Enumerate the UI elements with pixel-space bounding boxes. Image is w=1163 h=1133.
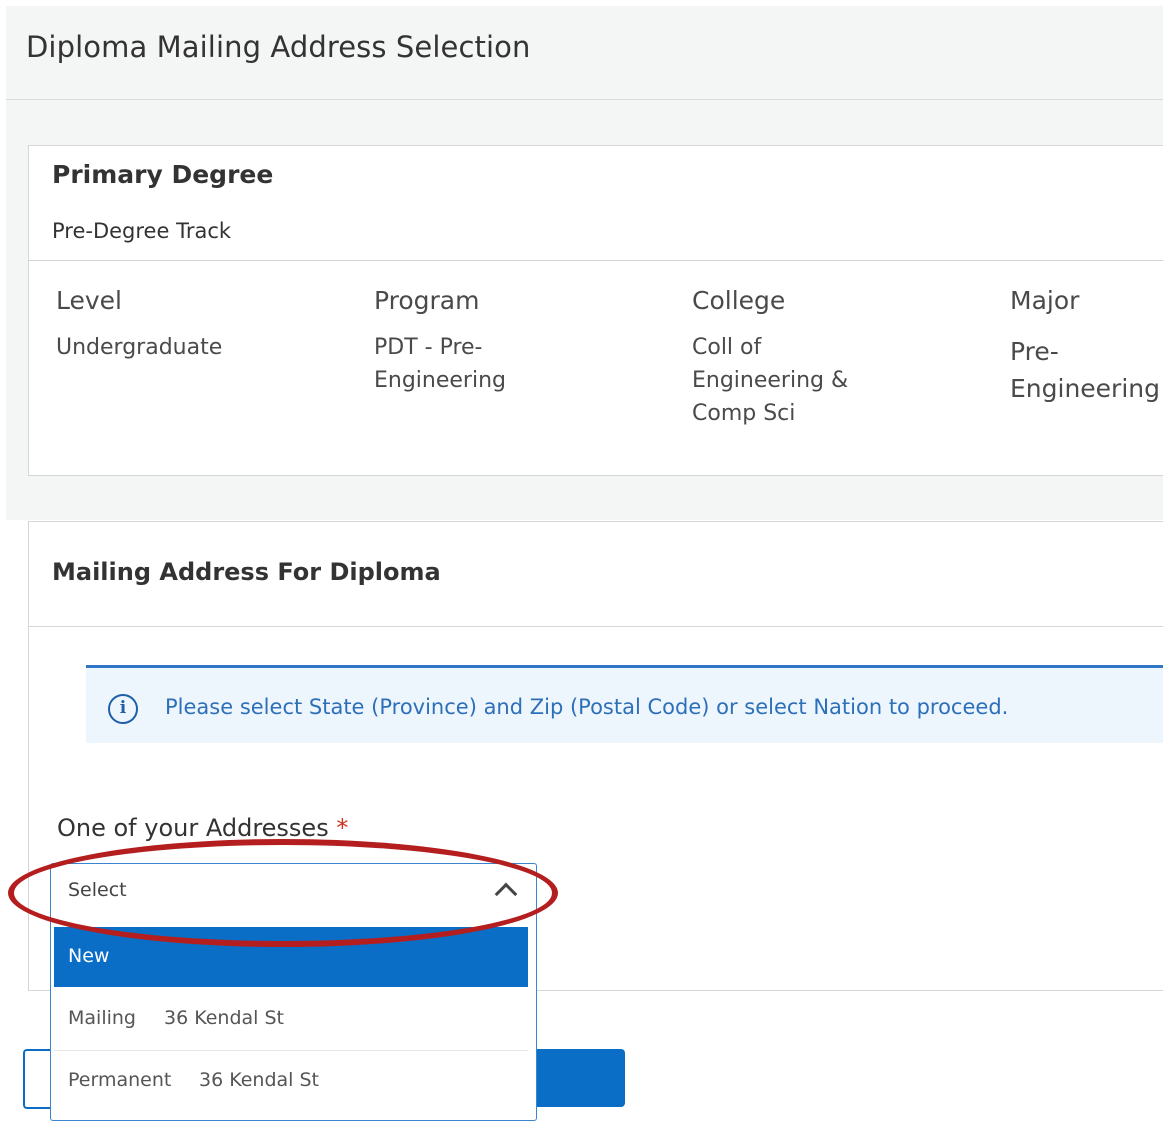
college-value-line: Comp Sci [692,401,796,426]
address-option-new[interactable]: New [54,927,528,987]
info-alert: i Please select State (Province) and Zip… [86,665,1163,743]
option-type: New [68,945,110,967]
page-title: Diploma Mailing Address Selection [26,30,531,64]
info-icon: i [108,694,138,724]
option-type: Mailing [68,1007,136,1029]
major-column: Major Pre- Engineering [1010,286,1163,407]
info-message: Please select State (Province) and Zip (… [165,695,1009,719]
card-divider [29,260,1163,261]
college-value-line: Coll of [692,335,762,360]
program-value-line: Engineering [374,368,506,393]
primary-degree-heading: Primary Degree [52,160,274,189]
level-column: Level Undergraduate [56,286,346,364]
program-value: PDT - Pre- Engineering [374,331,534,397]
secondary-button[interactable] [23,1049,53,1109]
primary-degree-card: Primary Degree Pre-Degree Track Level Un… [28,145,1163,476]
address-select[interactable]: Select New Mailing 36 Kendal St Permanen… [50,863,537,1121]
address-option-permanent[interactable]: Permanent 36 Kendal St [54,1051,528,1113]
major-value-line: Pre- [1010,337,1059,366]
program-value-line: PDT - Pre- [374,335,483,360]
page: Diploma Mailing Address Selection Primar… [0,0,1163,1133]
mailing-address-heading: Mailing Address For Diploma [52,558,441,586]
address-select-value: Select [68,879,127,901]
major-label: Major [1010,286,1080,315]
option-address: 36 Kendal St [164,1007,284,1029]
college-value-line: Engineering & [692,368,849,393]
address-field-label-text: One of your Addresses [57,814,329,842]
page-header: Diploma Mailing Address Selection [6,6,1163,100]
program-label: Program [374,286,480,315]
option-type: Permanent [68,1069,172,1091]
address-select-control[interactable]: Select [51,864,536,924]
degree-track: Pre-Degree Track [52,219,232,243]
college-label: College [692,286,786,315]
chevron-up-icon[interactable] [494,882,518,906]
level-label: Level [56,286,122,315]
college-value: Coll of Engineering & Comp Sci [692,331,882,430]
address-option-mailing[interactable]: Mailing 36 Kendal St [54,989,528,1051]
address-field-label: One of your Addresses * [57,814,348,842]
college-column: College Coll of Engineering & Comp Sci [692,286,882,430]
required-marker: * [336,814,349,842]
program-column: Program PDT - Pre- Engineering [374,286,534,397]
level-value: Undergraduate [56,335,223,360]
option-address: 36 Kendal St [199,1069,319,1091]
major-value-line: Engineering [1010,374,1160,403]
card-divider [29,626,1163,627]
major-value: Pre- Engineering [1010,333,1163,407]
primary-button[interactable] [537,1049,625,1107]
